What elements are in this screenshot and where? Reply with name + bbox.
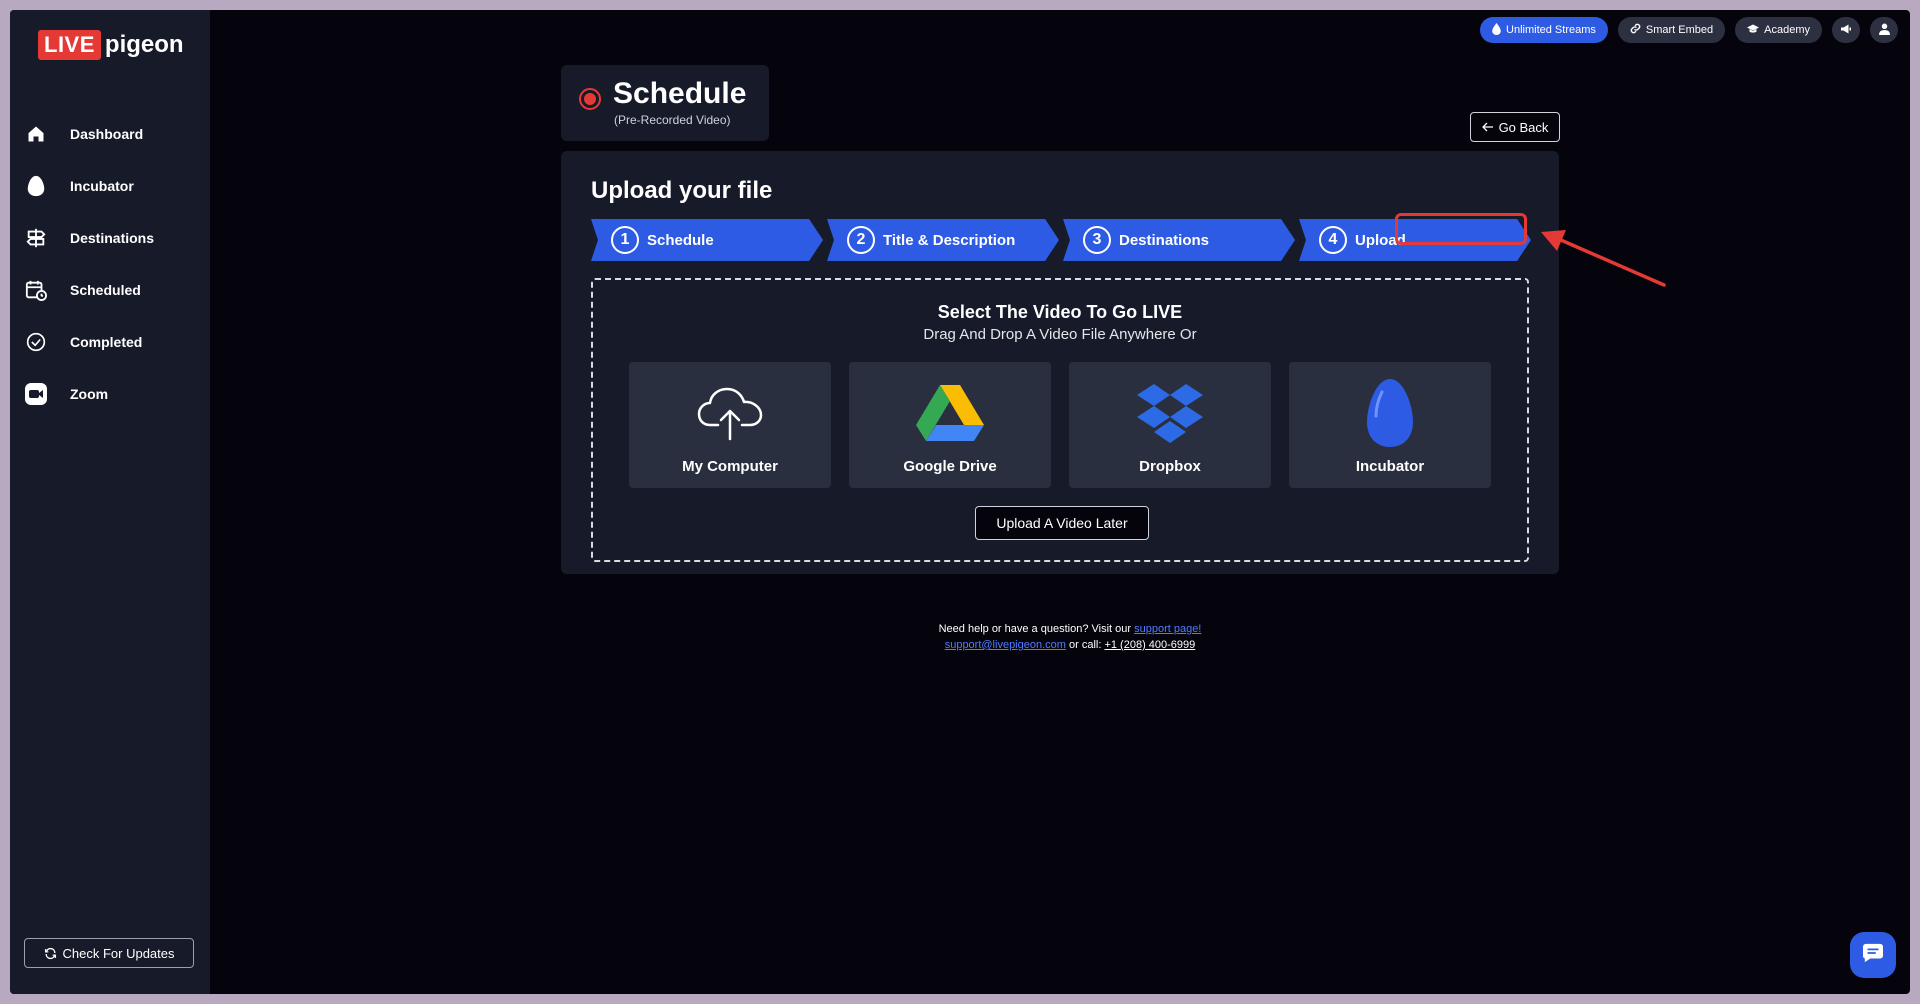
check-circle-icon (24, 330, 48, 354)
app-window: LIVE pigeon Dashboard Incubator Destinat… (10, 10, 1910, 994)
record-icon (579, 88, 601, 110)
source-dropbox[interactable]: Dropbox (1069, 362, 1271, 488)
check-updates-button[interactable]: Check For Updates (24, 938, 194, 968)
dropbox-icon (1069, 380, 1271, 446)
go-back-button[interactable]: Go Back (1470, 112, 1560, 142)
source-label: Google Drive (903, 458, 997, 475)
help-text: Need help or have a question? Visit our (938, 623, 1135, 635)
egg-icon (1289, 379, 1491, 447)
refresh-icon (44, 947, 57, 960)
page-title: Schedule (613, 77, 747, 110)
step-label: Title & Description (883, 231, 1016, 249)
annotation-highlight-box (1395, 213, 1527, 245)
sidebar-item-label: Dashboard (70, 126, 144, 142)
drop-icon (1492, 22, 1501, 38)
page-header: Schedule (Pre-Recorded Video) (561, 65, 769, 141)
logo-pigeon-text: pigeon (104, 31, 184, 58)
upload-title: Upload your file (591, 177, 773, 204)
step-destinations[interactable]: 3 Destinations (1063, 219, 1295, 261)
logo[interactable]: LIVE pigeon (38, 30, 184, 60)
support-email-link[interactable]: support@livepigeon.com (945, 639, 1066, 651)
chat-icon (1862, 943, 1884, 968)
link-icon (1630, 23, 1641, 37)
user-icon (1878, 23, 1890, 38)
zoom-icon (24, 382, 48, 406)
go-back-label: Go Back (1498, 119, 1549, 135)
sidebar: LIVE pigeon Dashboard Incubator Destinat… (10, 10, 210, 994)
google-drive-icon (849, 380, 1051, 446)
step-number: 2 (847, 226, 875, 254)
signpost-icon (24, 226, 48, 250)
sidebar-item-label: Scheduled (70, 282, 141, 298)
sidebar-item-incubator[interactable]: Incubator (10, 160, 210, 212)
smart-embed-button[interactable]: Smart Embed (1617, 17, 1726, 43)
dropzone-title: Select The Video To Go LIVE (937, 302, 1183, 322)
sidebar-item-scheduled[interactable]: Scheduled (10, 264, 210, 316)
sidebar-item-label: Completed (70, 334, 143, 350)
step-number: 1 (611, 226, 639, 254)
check-updates-label: Check For Updates (62, 945, 175, 961)
sidebar-nav: Dashboard Incubator Destinations Schedul… (10, 108, 210, 420)
egg-icon (24, 174, 48, 198)
smart-embed-label: Smart Embed (1645, 24, 1714, 36)
user-menu-button[interactable] (1870, 17, 1898, 43)
graduation-cap-icon (1747, 24, 1760, 37)
unlimited-streams-button[interactable]: Unlimited Streams (1480, 17, 1608, 43)
annotation-arrow-icon (1541, 230, 1666, 287)
sidebar-item-dashboard[interactable]: Dashboard (10, 108, 210, 160)
upload-sources: My Computer Google Drive Dropbox Incubat… (629, 362, 1491, 488)
source-label: Incubator (1355, 458, 1425, 475)
cloud-upload-icon (629, 380, 831, 446)
page-subtitle: (Pre-Recorded Video) (614, 113, 731, 127)
dropzone-subtitle: Drag And Drop A Video File Anywhere Or (923, 326, 1197, 343)
logo-live-badge: LIVE (38, 30, 101, 60)
source-incubator[interactable]: Incubator (1289, 362, 1491, 488)
or-call-text: or call: (1065, 639, 1105, 651)
sidebar-item-completed[interactable]: Completed (10, 316, 210, 368)
step-label: Destinations (1119, 231, 1210, 249)
file-dropzone[interactable]: Select The Video To Go LIVE Drag And Dro… (591, 278, 1529, 562)
step-label: Schedule (647, 231, 714, 249)
academy-label: Academy (1764, 24, 1810, 36)
chat-widget-button[interactable] (1850, 932, 1896, 978)
calendar-clock-icon (24, 278, 48, 302)
sidebar-item-label: Destinations (70, 230, 155, 246)
step-schedule[interactable]: 1 Schedule (591, 219, 823, 261)
support-phone-link[interactable]: +1 (208) 400-6999 (1104, 639, 1195, 651)
arrow-left-icon (1481, 120, 1494, 135)
step-title-description[interactable]: 2 Title & Description (827, 219, 1059, 261)
academy-button[interactable]: Academy (1735, 17, 1822, 43)
source-google-drive[interactable]: Google Drive (849, 362, 1051, 488)
step-number: 4 (1319, 226, 1347, 254)
step-number: 3 (1083, 226, 1111, 254)
unlimited-streams-label: Unlimited Streams (1506, 24, 1596, 36)
source-label: My Computer (682, 458, 778, 475)
home-icon (24, 122, 48, 146)
sidebar-item-zoom[interactable]: Zoom (10, 368, 210, 420)
help-footer: Need help or have a question? Visit our … (861, 621, 1279, 653)
support-page-link[interactable]: support page! (1134, 623, 1201, 635)
sidebar-item-label: Zoom (70, 386, 109, 402)
sidebar-item-destinations[interactable]: Destinations (10, 212, 210, 264)
announcements-button[interactable] (1832, 17, 1860, 43)
megaphone-icon (1840, 23, 1852, 38)
source-my-computer[interactable]: My Computer (629, 362, 831, 488)
sidebar-item-label: Incubator (70, 178, 134, 194)
top-bar: Unlimited Streams Smart Embed Academy (1480, 17, 1898, 43)
source-label: Dropbox (1139, 458, 1201, 475)
upload-later-button[interactable]: Upload A Video Later (975, 506, 1149, 540)
